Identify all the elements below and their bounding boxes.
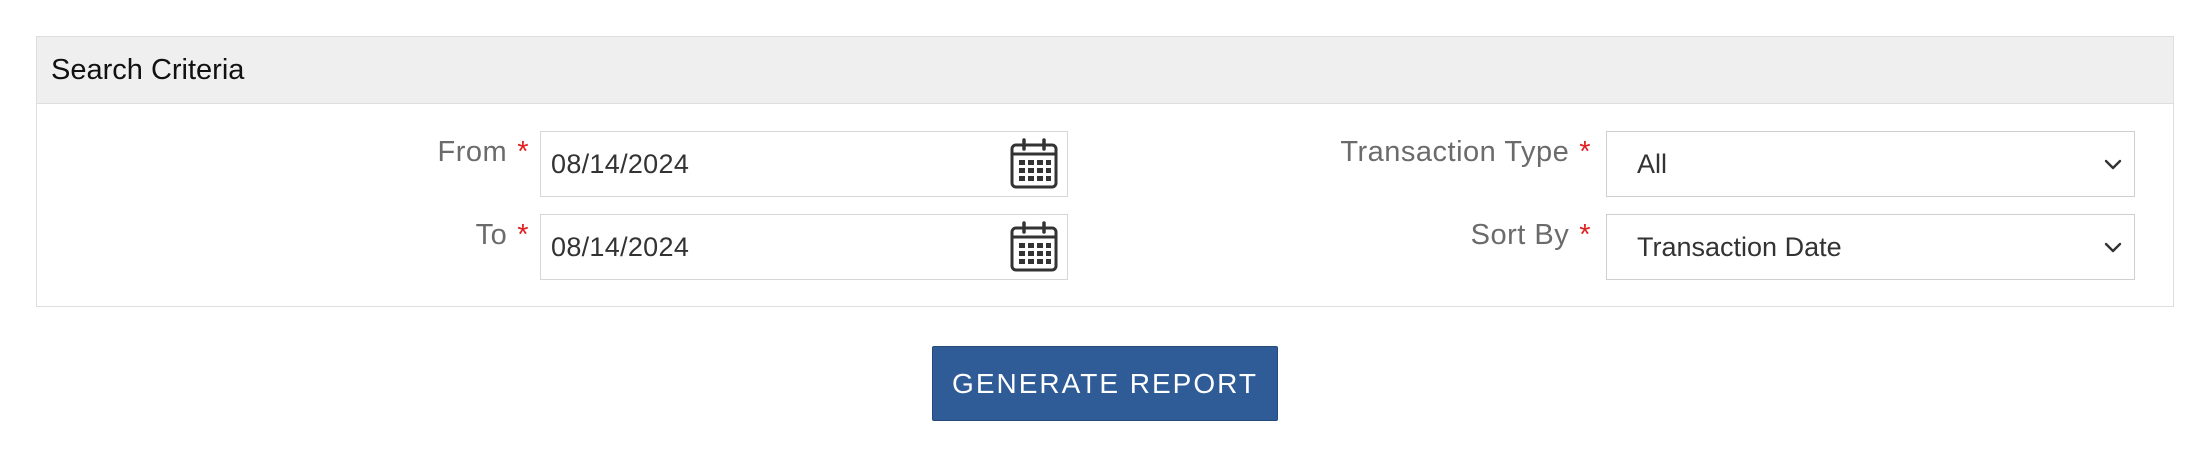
sort-by-label: Sort By *: [1471, 219, 1591, 252]
from-date-value[interactable]: 08/14/2024: [551, 132, 689, 196]
from-label-text: From: [437, 136, 508, 168]
transaction-type-label: Transaction Type *: [1340, 136, 1591, 169]
transaction-type-select[interactable]: All: [1606, 131, 2135, 197]
from-label: From *: [438, 136, 529, 169]
from-date-input[interactable]: 08/14/2024: [540, 131, 1068, 197]
generate-report-button[interactable]: GENERATE REPORT: [932, 346, 1278, 421]
required-marker: *: [517, 219, 529, 251]
transaction-type-selected[interactable]: All: [1637, 132, 1667, 196]
sort-by-select[interactable]: Transaction Date: [1606, 214, 2135, 280]
required-marker: *: [517, 136, 529, 168]
sort-by-selected[interactable]: Transaction Date: [1637, 215, 1842, 279]
chevron-down-icon[interactable]: [2102, 236, 2124, 258]
calendar-icon[interactable]: [1009, 221, 1059, 273]
required-marker: *: [1579, 136, 1591, 168]
search-criteria-panel: Search Criteria From * 08/14/2024 To * 0…: [36, 36, 2174, 307]
to-date-value[interactable]: 08/14/2024: [551, 215, 689, 279]
to-label-text: To: [475, 219, 508, 251]
to-date-input[interactable]: 08/14/2024: [540, 214, 1068, 280]
panel-header: Search Criteria: [37, 37, 2173, 104]
generate-report-label: GENERATE REPORT: [952, 367, 1258, 399]
transaction-type-label-text: Transaction Type: [1340, 136, 1570, 168]
panel-title: Search Criteria: [51, 53, 245, 86]
to-label: To *: [476, 219, 529, 252]
calendar-icon[interactable]: [1009, 138, 1059, 190]
sort-by-label-text: Sort By: [1470, 219, 1570, 251]
required-marker: *: [1579, 219, 1591, 251]
chevron-down-icon[interactable]: [2102, 153, 2124, 175]
